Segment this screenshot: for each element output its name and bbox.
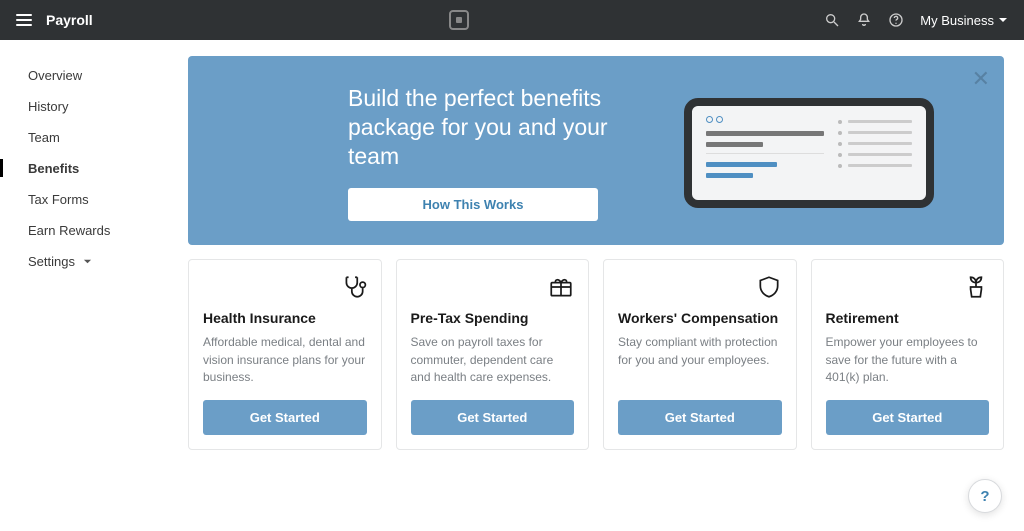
sidebar-item-team[interactable]: Team [28, 122, 188, 153]
card-desc: Empower your employees to save for the f… [826, 334, 990, 386]
sidebar-item-benefits[interactable]: Benefits [28, 153, 188, 184]
benefit-cards: Health Insurance Affordable medical, den… [188, 259, 1004, 450]
sidebar-item-history[interactable]: History [28, 91, 188, 122]
topbar: Payroll My Business [0, 0, 1024, 40]
sidebar-item-settings[interactable]: Settings [28, 246, 188, 277]
sidebar-item-label: Overview [28, 68, 82, 83]
card-cta-button[interactable]: Get Started [411, 400, 575, 435]
card-health-insurance: Health Insurance Affordable medical, den… [188, 259, 382, 450]
gift-icon [548, 274, 574, 300]
hero-illustration [684, 98, 934, 208]
search-icon[interactable] [824, 12, 840, 28]
card-desc: Stay compliant with protection for you a… [618, 334, 782, 386]
chevron-down-icon [83, 254, 92, 269]
sidebar-item-tax-forms[interactable]: Tax Forms [28, 184, 188, 215]
business-menu-label: My Business [920, 13, 994, 28]
chevron-down-icon [998, 15, 1008, 25]
card-desc: Save on payroll taxes for commuter, depe… [411, 334, 575, 386]
help-fab[interactable]: ? [968, 479, 1002, 513]
topbar-center [93, 10, 825, 30]
topbar-right: My Business [824, 12, 1008, 28]
card-pretax-spending: Pre-Tax Spending Save on payroll taxes f… [396, 259, 590, 450]
hero-cta-button[interactable]: How This Works [348, 188, 598, 221]
card-title: Health Insurance [203, 310, 367, 326]
plant-icon [963, 274, 989, 300]
app-title: Payroll [46, 12, 93, 28]
sidebar-item-label: Tax Forms [28, 192, 89, 207]
card-workers-comp: Workers' Compensation Stay compliant wit… [603, 259, 797, 450]
card-desc: Affordable medical, dental and vision in… [203, 334, 367, 386]
hero-headline: Build the perfect benefits package for y… [348, 84, 648, 170]
menu-icon[interactable] [16, 14, 32, 26]
sidebar-item-overview[interactable]: Overview [28, 60, 188, 91]
topbar-left: Payroll [16, 12, 93, 28]
sidebar: Overview History Team Benefits Tax Forms… [0, 40, 188, 450]
sidebar-item-label: Settings [28, 254, 75, 269]
card-cta-button[interactable]: Get Started [826, 400, 990, 435]
close-icon[interactable]: ✕ [972, 66, 990, 92]
bell-icon[interactable] [856, 12, 872, 28]
business-menu[interactable]: My Business [920, 13, 1008, 28]
card-title: Pre-Tax Spending [411, 310, 575, 326]
card-retirement: Retirement Empower your employees to sav… [811, 259, 1005, 450]
sidebar-item-label: Earn Rewards [28, 223, 110, 238]
square-logo-icon [449, 10, 469, 30]
sidebar-item-earn-rewards[interactable]: Earn Rewards [28, 215, 188, 246]
card-cta-button[interactable]: Get Started [203, 400, 367, 435]
sidebar-item-label: Benefits [28, 161, 79, 176]
help-fab-label: ? [980, 488, 989, 505]
hero-text: Build the perfect benefits package for y… [348, 84, 648, 221]
sidebar-item-label: History [28, 99, 68, 114]
card-title: Workers' Compensation [618, 310, 782, 326]
card-title: Retirement [826, 310, 990, 326]
help-icon[interactable] [888, 12, 904, 28]
stethoscope-icon [341, 274, 367, 300]
shield-icon [756, 274, 782, 300]
hero-banner: ✕ Build the perfect benefits package for… [188, 56, 1004, 245]
sidebar-item-label: Team [28, 130, 60, 145]
card-cta-button[interactable]: Get Started [618, 400, 782, 435]
main-content: ✕ Build the perfect benefits package for… [188, 40, 1024, 450]
